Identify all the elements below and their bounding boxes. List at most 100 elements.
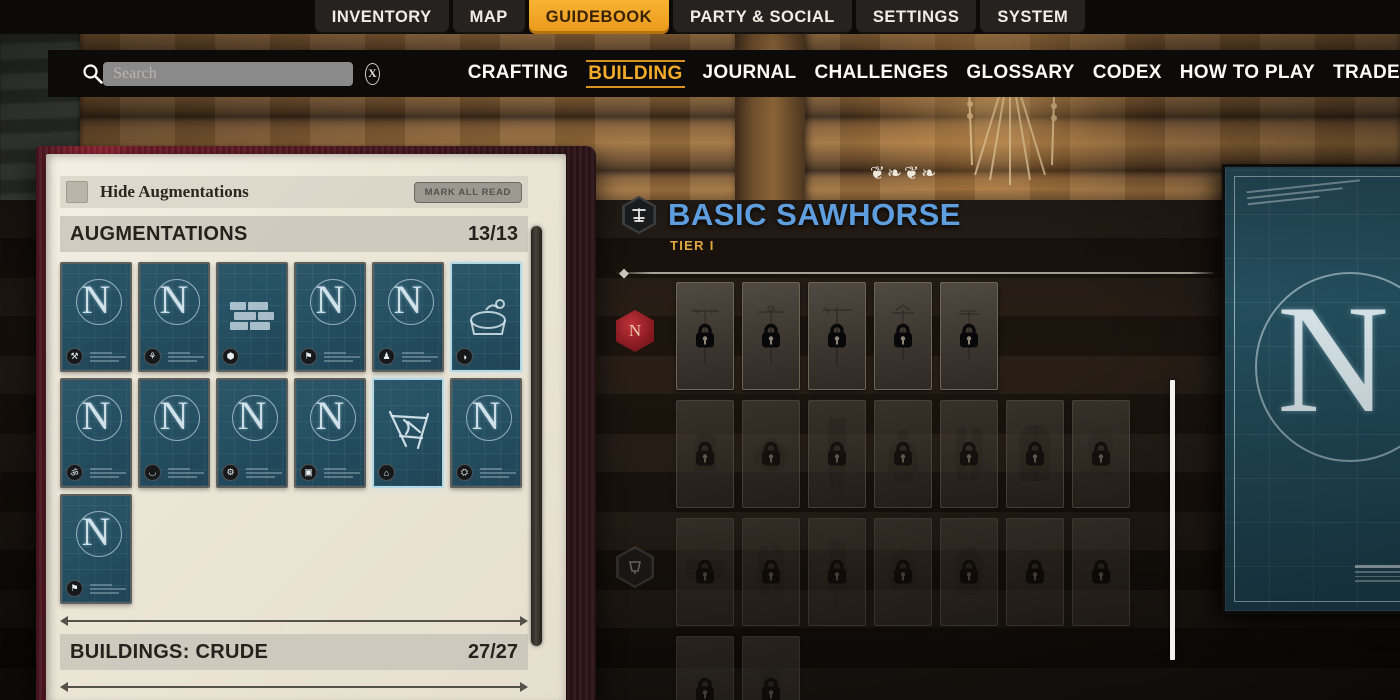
blueprint-card[interactable]: N ⚘ <box>138 262 210 372</box>
stone-wall-sketch-icon <box>230 302 274 330</box>
padlock-icon <box>696 559 714 584</box>
clear-search-icon[interactable]: X <box>365 62 380 85</box>
subtab-codex[interactable]: CODEX <box>1093 62 1162 86</box>
gear-icon: ⚙ <box>222 464 239 481</box>
blueprint-card[interactable]: Nॐ <box>60 378 132 488</box>
card-row-apparel <box>616 518 1206 626</box>
hide-augmentations-checkbox[interactable] <box>66 181 88 203</box>
padlock-icon <box>894 441 912 466</box>
mark-all-read-button[interactable]: MARK ALL READ <box>413 181 522 203</box>
card-row-tools: N <box>616 282 1206 390</box>
padlock-icon <box>828 559 846 584</box>
locked-card-rows: N <box>616 282 1206 700</box>
subtab-crafting[interactable]: CRAFTING <box>468 62 569 86</box>
padlock-icon <box>762 323 780 348</box>
hide-augmentations-label: Hide Augmentations <box>100 182 249 201</box>
page-title: BASIC SAWHORSE <box>668 197 961 232</box>
tab-map[interactable]: MAP <box>452 0 525 34</box>
locked-card[interactable] <box>940 282 998 390</box>
section-title: BUILDINGS: CRUDE <box>70 640 269 663</box>
blueprint-card[interactable]: N ⚒ <box>60 262 132 372</box>
augmentation-card-grid: N⚒ N⚘ ⬢ N⚑ N♟ ◑ Nॐ N◡ N⚙ N▣ ⌂ N⛭ <box>60 262 528 604</box>
locked-card[interactable] <box>742 282 800 390</box>
blueprint-card[interactable]: N ♟ <box>372 262 444 372</box>
locked-card[interactable] <box>940 400 998 508</box>
section-header-augmentations[interactable]: AUGMENTATIONS 13/13 <box>60 216 528 252</box>
detail-title-row: BASIC SAWHORSE <box>622 196 961 234</box>
book-scrollbar[interactable] <box>531 226 542 646</box>
card-monogram: N <box>237 393 267 438</box>
locked-card[interactable] <box>676 400 734 508</box>
section-count: 27/27 <box>467 640 518 663</box>
subtab-trade[interactable]: TRADE <box>1333 62 1400 86</box>
blueprint-card[interactable]: N ◡ <box>138 378 210 488</box>
locked-card[interactable] <box>742 518 800 626</box>
section-count: 13/13 <box>467 222 518 245</box>
padlock-icon <box>1026 441 1044 466</box>
card-row-garments <box>676 400 1206 508</box>
hammer-anvil-icon: ⚒ <box>66 348 83 365</box>
search-icon <box>82 63 103 84</box>
locked-card[interactable] <box>676 636 734 700</box>
padlock-icon <box>696 323 714 348</box>
locked-card[interactable] <box>874 400 932 508</box>
padlock-icon <box>828 323 846 348</box>
subtab-how-to-play[interactable]: HOW TO PLAY <box>1180 62 1315 86</box>
blueprint-card[interactable]: N ▣ <box>294 378 366 488</box>
locked-card[interactable] <box>1072 518 1130 626</box>
card-monogram: N <box>159 393 189 438</box>
tab-party-social[interactable]: PARTY & SOCIAL <box>673 0 852 34</box>
locked-card[interactable] <box>676 282 734 390</box>
spiral-icon: ॐ <box>66 464 83 481</box>
guidebook-book: Hide Augmentations MARK ALL READ AUGMENT… <box>36 146 596 700</box>
blueprint-poster: N <box>1222 164 1400 614</box>
blueprint-card[interactable]: N ⛭ <box>450 378 522 488</box>
section-divider-top <box>60 616 528 626</box>
red-seal-n-badge[interactable]: N <box>616 310 654 352</box>
locked-card[interactable] <box>742 400 800 508</box>
book-page: Hide Augmentations MARK ALL READ AUGMENT… <box>46 154 566 700</box>
locked-card[interactable] <box>808 400 866 508</box>
card-monogram: N <box>471 393 501 438</box>
blueprint-card[interactable]: N ⚙ <box>216 378 288 488</box>
locked-card[interactable] <box>874 518 932 626</box>
blueprint-card[interactable]: ⬢ <box>216 262 288 372</box>
search-input[interactable] <box>103 61 354 86</box>
subtab-building[interactable]: BUILDING <box>586 59 685 88</box>
plant-sprout-icon: ⚘ <box>144 348 161 365</box>
blueprint-card[interactable]: N ⚑ <box>294 262 366 372</box>
locked-card[interactable] <box>808 518 866 626</box>
locked-card[interactable] <box>940 518 998 626</box>
locked-card[interactable] <box>742 636 800 700</box>
tab-settings[interactable]: SETTINGS <box>855 0 977 34</box>
book-scrollbar-thumb[interactable] <box>531 226 542 646</box>
blueprint-card[interactable]: N ⚑ <box>60 494 132 604</box>
locked-card[interactable] <box>1006 518 1064 626</box>
blueprint-card[interactable]: ◑ <box>450 262 522 372</box>
padlock-icon <box>960 441 978 466</box>
sawhorse-hex-icon <box>622 196 656 234</box>
cube-icon: ▣ <box>300 464 317 481</box>
padlock-icon <box>762 559 780 584</box>
padlock-icon <box>762 677 780 700</box>
tab-system[interactable]: SYSTEM <box>980 0 1086 34</box>
subtab-journal[interactable]: JOURNAL <box>703 62 797 86</box>
locked-card[interactable] <box>874 282 932 390</box>
detail-scrollbar[interactable] <box>1170 380 1175 660</box>
mannequin-hex-badge[interactable] <box>616 546 654 588</box>
locked-card[interactable] <box>1006 400 1064 508</box>
locked-card[interactable] <box>676 518 734 626</box>
padlock-icon <box>960 559 978 584</box>
tab-inventory[interactable]: INVENTORY <box>314 0 449 34</box>
locked-card[interactable] <box>808 282 866 390</box>
blueprint-card-sawhorse[interactable]: ⌂ <box>372 378 444 488</box>
torch-icon: ⚑ <box>300 348 317 365</box>
card-monogram: N <box>393 277 423 322</box>
subtab-glossary[interactable]: GLOSSARY <box>966 62 1074 86</box>
tab-guidebook[interactable]: GUIDEBOOK <box>528 0 670 34</box>
locked-card[interactable] <box>1072 400 1130 508</box>
section-header-buildings-crude[interactable]: BUILDINGS: CRUDE 27/27 <box>60 634 528 670</box>
ornament-divider-icon: ❦❧❦❧ <box>869 163 939 183</box>
card-monogram: N <box>81 277 111 322</box>
subtab-challenges[interactable]: CHALLENGES <box>814 62 948 86</box>
